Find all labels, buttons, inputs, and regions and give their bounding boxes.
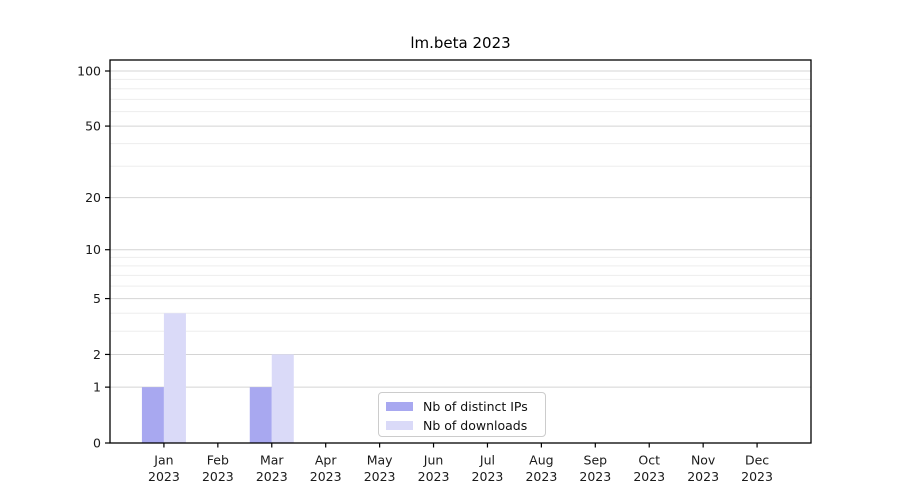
svg-text:Mar: Mar (260, 453, 284, 468)
svg-text:Nov: Nov (691, 453, 716, 468)
svg-text:Jun: Jun (423, 453, 444, 468)
svg-text:May: May (367, 453, 393, 468)
svg-text:2023: 2023 (364, 469, 396, 484)
svg-text:2: 2 (93, 347, 101, 362)
svg-text:Apr: Apr (315, 453, 337, 468)
svg-text:2023: 2023 (256, 469, 288, 484)
legend: Nb of distinct IPs Nb of downloads (378, 392, 546, 437)
svg-text:2023: 2023 (472, 469, 504, 484)
svg-text:Jan: Jan (153, 453, 173, 468)
legend-item-downloads: Nb of downloads (386, 416, 537, 435)
svg-text:2023: 2023 (687, 469, 719, 484)
figure: lm.beta 2023 0 1 2 5 10 20 50 100 Jan 2023 Feb 2023… (0, 0, 900, 500)
svg-text:Dec: Dec (745, 453, 769, 468)
svg-text:1: 1 (93, 380, 101, 395)
legend-label-distinct-ips: Nb of distinct IPs (423, 399, 528, 414)
svg-text:20: 20 (85, 190, 101, 205)
svg-text:2023: 2023 (310, 469, 342, 484)
svg-text:50: 50 (85, 119, 101, 134)
svg-text:2023: 2023 (148, 469, 180, 484)
svg-text:10: 10 (85, 242, 101, 257)
svg-text:2023: 2023 (418, 469, 450, 484)
legend-item-distinct-ips: Nb of distinct IPs (386, 397, 537, 416)
svg-text:0: 0 (93, 436, 101, 451)
svg-text:Oct: Oct (638, 453, 660, 468)
svg-text:2023: 2023 (579, 469, 611, 484)
svg-text:2023: 2023 (741, 469, 773, 484)
svg-text:2023: 2023 (202, 469, 234, 484)
svg-text:Sep: Sep (584, 453, 608, 468)
svg-text:Feb: Feb (207, 453, 229, 468)
svg-text:2023: 2023 (525, 469, 557, 484)
legend-swatch-distinct-ips (386, 402, 413, 411)
svg-text:Jul: Jul (479, 453, 495, 468)
svg-text:Aug: Aug (529, 453, 553, 468)
svg-text:2023: 2023 (633, 469, 665, 484)
legend-label-downloads: Nb of downloads (423, 418, 528, 433)
legend-swatch-downloads (386, 421, 413, 430)
svg-text:100: 100 (77, 64, 101, 79)
svg-text:5: 5 (93, 291, 101, 306)
